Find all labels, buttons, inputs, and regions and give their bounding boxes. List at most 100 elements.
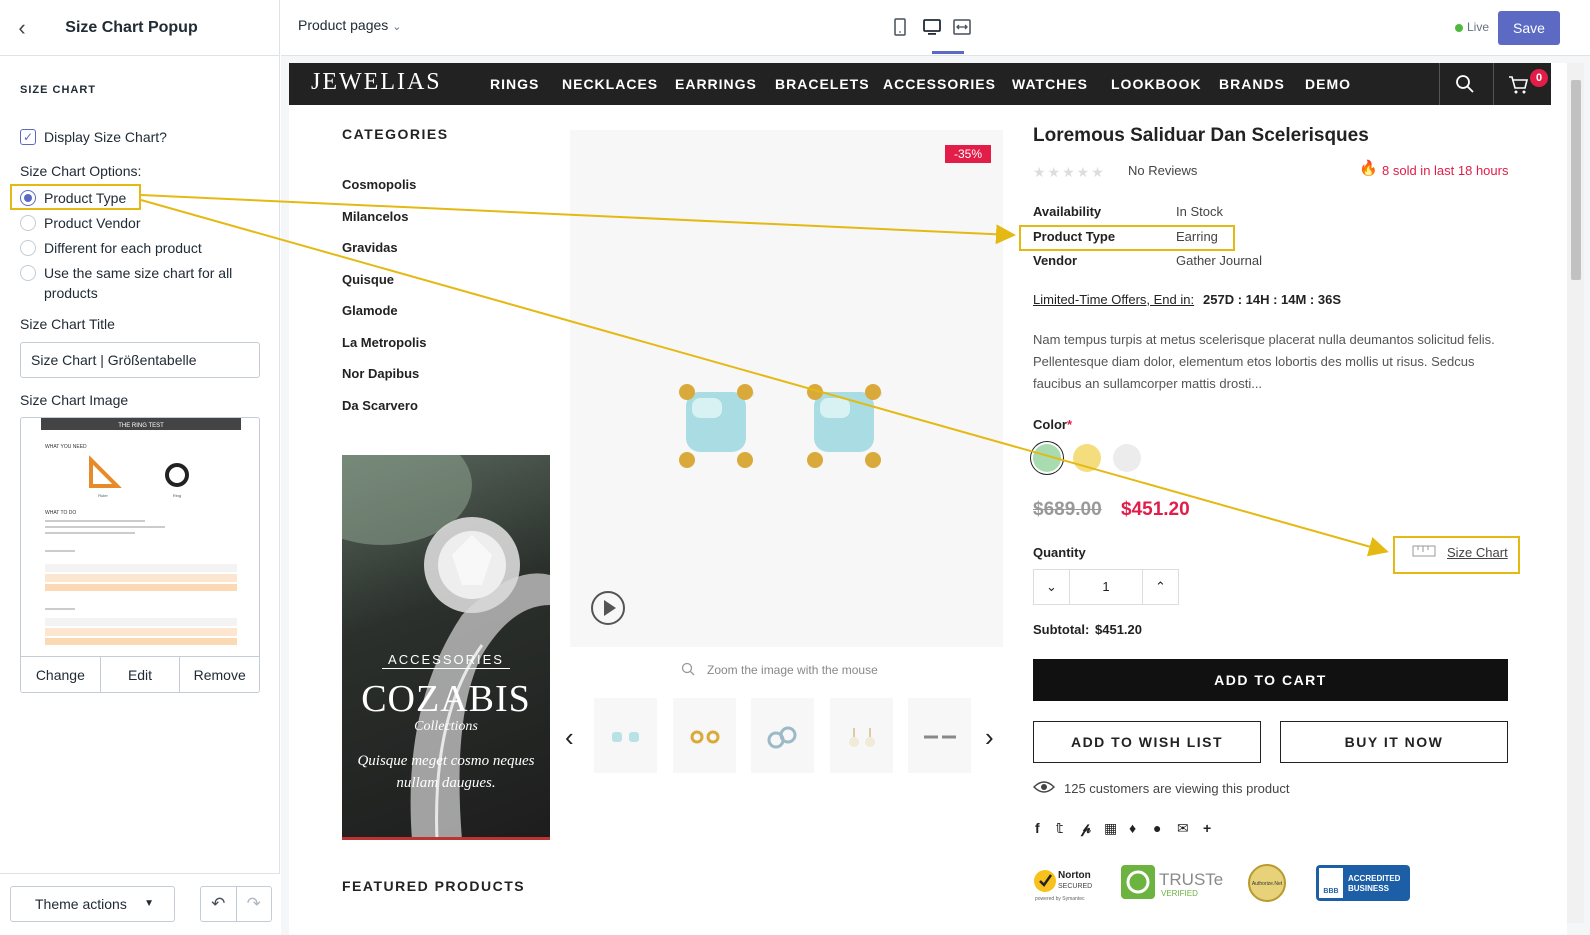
display-size-chart-checkbox[interactable]: ✓ — [20, 129, 36, 145]
authorize-text: Authorize.Net — [1252, 881, 1283, 887]
search-icon[interactable] — [1455, 74, 1475, 94]
option-label-different-each: Different for each product — [44, 240, 202, 256]
title-field-label: Size Chart Title — [20, 316, 115, 332]
category-item[interactable]: Da Scarvero — [342, 398, 418, 413]
promo-banner[interactable]: ACCESSORIES COZABIS Collections Quisque … — [342, 455, 550, 840]
category-item[interactable]: Nor Dapibus — [342, 366, 419, 381]
norton-sub: SECURED — [1058, 883, 1092, 890]
product-main-image[interactable] — [570, 130, 1003, 647]
radio-product-vendor[interactable] — [20, 215, 36, 231]
sidebar-footer: Theme actions ▼ ↶ ↷ — [0, 873, 280, 935]
more-share-icon[interactable]: + — [1203, 820, 1211, 836]
theme-actions-button[interactable]: Theme actions ▼ — [10, 886, 175, 922]
nav-demo[interactable]: DEMO — [1305, 76, 1351, 92]
scrollbar-thumb[interactable] — [1571, 80, 1581, 280]
radio-same-chart[interactable] — [20, 265, 36, 281]
banner-collections: Collections — [414, 719, 478, 734]
norton-badge: Norton SECURED powered by Symantec — [1034, 870, 1092, 902]
category-item[interactable]: Quisque — [342, 272, 394, 287]
redo-icon[interactable]: ↷ — [237, 887, 272, 921]
add-to-wishlist-button[interactable]: ADD TO WISH LIST — [1033, 721, 1261, 763]
category-item[interactable]: Glamode — [342, 303, 398, 318]
price-sale: $451.20 — [1121, 499, 1190, 520]
nav-earrings[interactable]: EARRINGS — [675, 76, 757, 92]
thumbnail[interactable] — [751, 698, 814, 773]
bbb-text: BBB — [1323, 888, 1338, 895]
highlight-product-type-option — [10, 184, 141, 210]
undo-icon[interactable]: ↶ — [201, 887, 237, 921]
nav-divider — [1439, 63, 1440, 105]
radio-different-each[interactable] — [20, 240, 36, 256]
bbb-business: BUSINESS — [1348, 884, 1390, 893]
bbb-accredited: ACCREDITED — [1348, 874, 1401, 883]
color-swatch-green[interactable] — [1033, 444, 1061, 472]
zoom-icon — [681, 662, 695, 676]
color-swatch-yellow[interactable] — [1073, 444, 1101, 472]
category-item[interactable]: Gravidas — [342, 240, 398, 255]
cart-icon[interactable] — [1508, 75, 1530, 95]
options-label: Size Chart Options: — [20, 163, 142, 179]
price-original: $689.00 — [1033, 499, 1102, 520]
chevron-down-icon: ⌄ — [392, 21, 402, 33]
category-item[interactable]: Cosmopolis — [342, 177, 416, 192]
thumbs-next-icon[interactable]: › — [985, 722, 994, 753]
pinterest-icon[interactable]: 𝓅 — [1081, 820, 1091, 837]
quantity-value[interactable]: 1 — [1070, 570, 1142, 604]
truste-badge: TRUSTeVERIFIED — [1121, 865, 1223, 899]
nav-necklaces[interactable]: NECKLACES — [562, 76, 658, 92]
nav-lookbook[interactable]: LOOKBOOK — [1111, 76, 1201, 92]
nav-watches[interactable]: WATCHES — [1012, 76, 1088, 92]
review-count[interactable]: No Reviews — [1128, 163, 1197, 178]
thumbs-prev-icon[interactable]: ‹ — [565, 722, 574, 753]
decrease-quantity-icon[interactable]: ⌄ — [1034, 570, 1070, 604]
size-chart-title-input[interactable]: Size Chart | Größentabelle — [20, 342, 260, 378]
category-item[interactable]: Milancelos — [342, 209, 408, 224]
increase-quantity-icon[interactable]: ⌃ — [1142, 570, 1178, 604]
store-logo[interactable]: JEWELIAS — [311, 69, 442, 96]
grid-share-icon[interactable]: ▦ — [1104, 820, 1117, 837]
buy-now-button[interactable]: BUY IT NOW — [1280, 721, 1508, 763]
notification-icon[interactable]: ♦ — [1129, 820, 1136, 836]
banner-description: Quisque meget cosmo neques nullam daugue… — [357, 753, 535, 791]
change-image-button[interactable]: Change — [21, 657, 101, 692]
nav-bracelets[interactable]: BRACELETS — [775, 76, 870, 92]
thumbnail[interactable] — [908, 698, 971, 773]
email-icon[interactable]: ✉ — [1177, 820, 1189, 837]
authorize-net-badge: Authorize.Net — [1248, 864, 1286, 902]
thumbnail[interactable] — [673, 698, 736, 773]
sold-count: 8 sold in last 18 hours — [1382, 163, 1509, 178]
add-to-cart-button[interactable]: ADD TO CART — [1033, 659, 1508, 701]
editor-topbar: Product pages ⌄ Live Save — [281, 0, 1590, 56]
required-mark: * — [1066, 417, 1073, 432]
play-video-icon[interactable] — [590, 590, 626, 626]
desktop-view-icon[interactable] — [922, 17, 942, 37]
info-value-vendor: Gather Journal — [1176, 253, 1262, 268]
offer-timer: 257D : 14H : 14M : 36S — [1203, 292, 1342, 307]
nav-rings[interactable]: RINGS — [490, 76, 539, 92]
save-button[interactable]: Save — [1498, 11, 1560, 45]
edit-image-button[interactable]: Edit — [101, 657, 181, 692]
display-size-chart-label: Display Size Chart? — [44, 129, 167, 145]
back-chevron-icon[interactable]: ‹ — [0, 0, 44, 56]
fire-icon: 🔥 — [1359, 160, 1378, 177]
mobile-view-icon[interactable] — [890, 17, 910, 37]
remove-image-button[interactable]: Remove — [180, 657, 259, 692]
quantity-label: Quantity — [1033, 545, 1086, 560]
color-label-text: Color — [1033, 417, 1067, 432]
category-item[interactable]: La Metropolis — [342, 335, 427, 350]
thumbnail[interactable] — [830, 698, 893, 773]
store-nav: JEWELIAS RINGS NECKLACES EARRINGS BRACEL… — [289, 63, 1551, 105]
nav-brands[interactable]: BRANDS — [1219, 76, 1285, 92]
facebook-icon[interactable]: f — [1035, 820, 1040, 836]
twitter-icon[interactable]: 𝕥 — [1056, 820, 1063, 837]
reddit-icon[interactable]: ● — [1153, 820, 1161, 836]
rating-stars-icon: ★★★★★ — [1033, 164, 1106, 180]
fullscreen-view-icon[interactable] — [952, 17, 972, 37]
nav-divider — [1493, 63, 1494, 105]
highlight-size-chart-link — [1393, 536, 1520, 574]
option-label-same-chart: Use the same size chart for all products — [44, 265, 233, 301]
thumbnail[interactable] — [594, 698, 657, 773]
nav-accessories[interactable]: ACCESSORIES — [883, 76, 996, 92]
color-swatch-silver[interactable] — [1113, 444, 1141, 472]
page-select-dropdown[interactable]: Product pages ⌄ — [298, 17, 401, 33]
